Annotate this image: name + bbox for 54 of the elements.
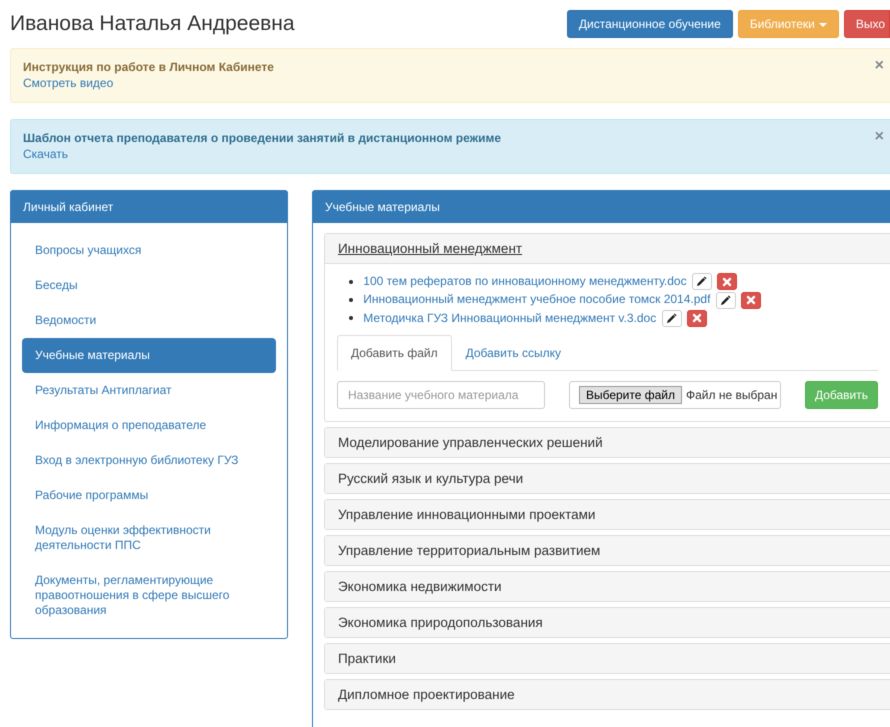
close-icon [746, 295, 756, 306]
close-icon [722, 276, 732, 287]
sidebar-item[interactable]: Ведомости [22, 303, 276, 338]
bullet-icon [348, 298, 353, 302]
sidebar-item[interactable]: Вопросы учащихся [22, 233, 276, 268]
edit-button[interactable] [716, 292, 736, 309]
alert-title: Шаблон отчета преподавателя о проведении занятий в дистанционном режиме [23, 131, 502, 145]
edit-button[interactable] [662, 310, 682, 327]
subject-title[interactable]: Экономика недвижимости [324, 572, 890, 601]
tab[interactable]: Добавить ссылку [452, 334, 575, 371]
sidebar-item[interactable]: Документы, регламентирующие правоотношения в сфере высшего образования [22, 563, 276, 628]
subject-title[interactable]: Управление территориальным развитием [324, 536, 890, 565]
alert-link[interactable]: Скачать [23, 147, 68, 161]
sidebar-item[interactable]: Вход в электронную библиотеку ГУЗ [22, 443, 276, 478]
subject-title[interactable]: Экономика природопользования [324, 608, 890, 637]
file-status: Файл не выбран [686, 388, 778, 402]
alert-link[interactable]: Смотреть видео [23, 76, 114, 90]
file-link[interactable]: 100 тем рефератов по инновационному менеджменту.doc [363, 274, 687, 288]
file-link[interactable]: Методичка ГУЗ Инновационный менеджмент v.3.doc [363, 310, 656, 325]
pencil-icon [696, 276, 708, 288]
delete-button[interactable] [717, 273, 738, 290]
sidebar-item[interactable]: Информация о преподавателе [22, 408, 276, 443]
subject-title[interactable]: Русский язык и культура речи [324, 464, 890, 493]
panel-heading: Личный кабинет [11, 191, 287, 223]
add-button[interactable]: Добавить [804, 380, 878, 409]
pencil-icon [720, 294, 732, 306]
close-button[interactable]: × [874, 131, 884, 143]
subject-title[interactable]: Моделирование управленческих решений [324, 428, 890, 457]
header-button[interactable]: Дистанционное обучение [566, 10, 733, 38]
sidebar-item[interactable]: Учебные материалы [22, 338, 276, 373]
choose-file-button[interactable]: Выберите файл [578, 386, 682, 404]
sidebar-item[interactable]: Беседы [22, 268, 276, 303]
subject-title[interactable]: Управление инновационными проектами [324, 500, 890, 529]
sidebar-item[interactable]: Рабочие программы [22, 478, 276, 513]
delete-button[interactable] [686, 310, 707, 327]
edit-button[interactable] [692, 273, 712, 290]
pencil-icon [666, 312, 678, 324]
panel-heading: Учебные материалы [312, 191, 890, 223]
close-button[interactable]: × [874, 60, 884, 72]
header-button[interactable]: Выхо [844, 10, 890, 38]
sidebar-item[interactable]: Результаты Антиплагиат [22, 373, 276, 408]
subject-title[interactable]: Дипломное проектирование [324, 680, 890, 709]
subject-title[interactable]: Практики [324, 644, 890, 673]
close-icon [692, 313, 702, 324]
bullet-icon [348, 316, 353, 320]
file-link[interactable]: Инновационный менеджмент учебное пособие томск 2014.pdf [363, 292, 710, 306]
name-input-field[interactable]: Название учебного материала [336, 380, 545, 409]
tab[interactable]: Добавить файл [336, 334, 452, 371]
subject-title[interactable]: Инновационный менеджмент [324, 234, 890, 264]
sidebar-item[interactable]: Модуль оценки эффективности деятельности ППС [22, 513, 276, 563]
bullet-icon [348, 280, 353, 284]
delete-button[interactable] [741, 292, 762, 309]
user-name: Иванова Наталья Андреевна [10, 12, 295, 36]
alert-title: Инструкция по работе в Личном Кабинете [23, 60, 274, 74]
